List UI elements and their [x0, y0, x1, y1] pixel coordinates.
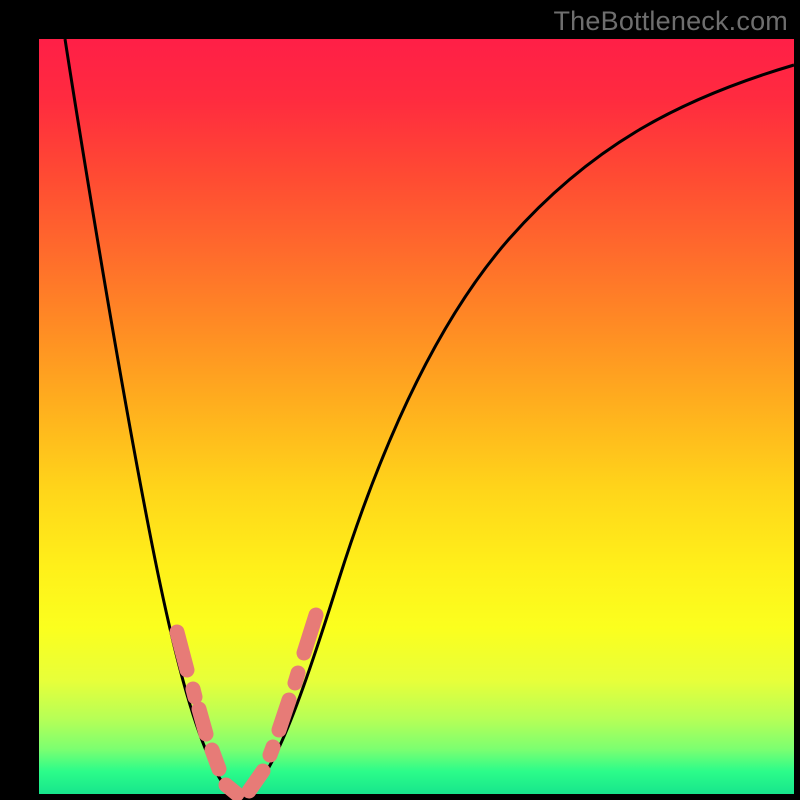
marker-dash: [193, 689, 195, 697]
marker-dashes: [177, 615, 316, 794]
watermark-text: TheBottleneck.com: [553, 6, 788, 37]
marker-dash: [177, 632, 187, 670]
bottleneck-curve: [65, 39, 794, 797]
marker-dash: [295, 673, 298, 683]
marker-dash: [249, 771, 263, 791]
marker-dash: [270, 747, 273, 755]
marker-dash: [279, 700, 289, 730]
chart-svg: [39, 39, 794, 794]
marker-dash: [226, 785, 237, 794]
plot-area: [39, 39, 794, 794]
chart-frame: TheBottleneck.com: [0, 0, 800, 800]
marker-dash: [304, 615, 316, 653]
marker-dash: [199, 709, 206, 734]
marker-dash: [212, 750, 219, 769]
